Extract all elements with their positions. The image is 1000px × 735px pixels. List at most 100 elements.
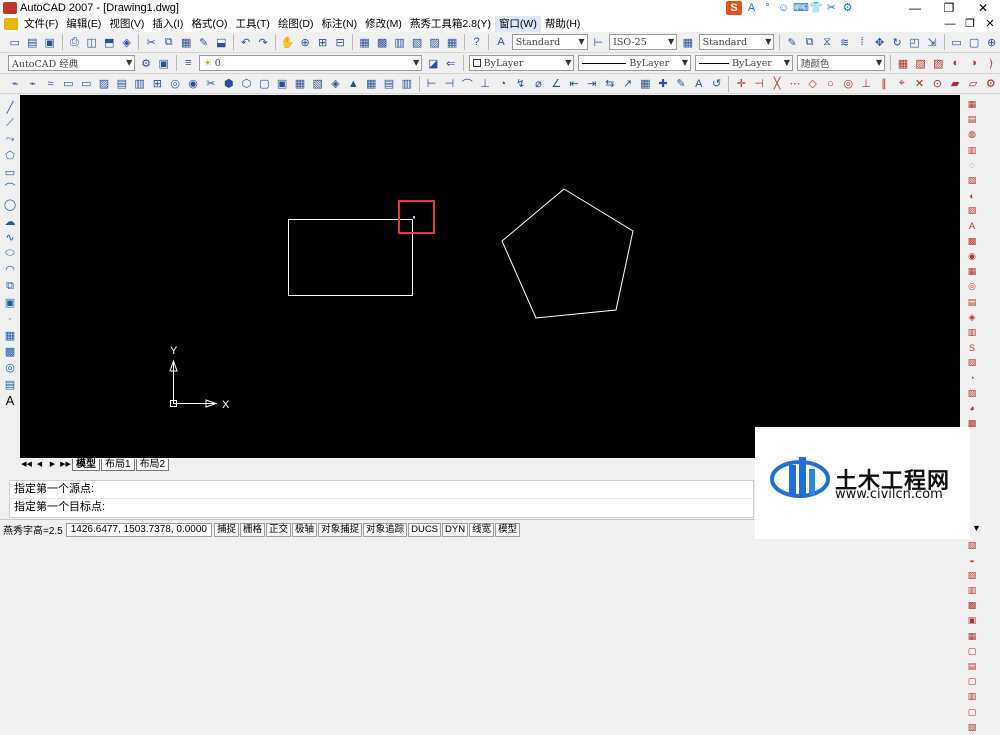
ime-settings-icon[interactable]: ⚙ (841, 2, 854, 15)
menu-tools[interactable]: 工具(T) (232, 16, 274, 32)
text-style-select[interactable]: Standard ▼ (511, 34, 588, 50)
otrack-toggle[interactable]: 对象追踪 (363, 522, 408, 537)
autocad-app-icon[interactable] (3, 2, 17, 14)
menu-draw[interactable]: 绘图(D) (274, 16, 318, 32)
snap-tool-12-icon[interactable]: ⊙ (929, 76, 945, 92)
tool-g-icon[interactable]: ▤ (114, 76, 130, 92)
print-preview-icon[interactable]: ◫ (84, 34, 100, 50)
tool-i-icon[interactable]: ⊞ (150, 76, 166, 92)
insert-block-icon[interactable]: ⧉ (2, 278, 18, 294)
tool-f-icon[interactable]: ▨ (96, 76, 112, 92)
tool-palettes-icon[interactable]: ▥ (392, 34, 408, 50)
tool-b-icon[interactable]: ⌁ (25, 76, 41, 92)
markup-icon[interactable]: ▨ (427, 34, 443, 50)
tool-j-icon[interactable]: ◎ (167, 76, 183, 92)
properties-icon[interactable]: ▦ (357, 34, 373, 50)
copy-icon[interactable]: ⧉ (161, 34, 177, 50)
snap-tool-15-icon[interactable]: ⚙ (983, 76, 999, 92)
workspace-save-icon[interactable]: ▣ (156, 55, 172, 71)
side-tool-icon[interactable]: ◔ (964, 370, 980, 385)
table-style-select[interactable]: Standard ▼ (698, 34, 775, 50)
tool-u-icon[interactable]: ▦ (363, 76, 379, 92)
match-properties-icon[interactable]: ✎ (196, 34, 212, 50)
zoom-previous-icon[interactable]: ⊟ (332, 34, 348, 50)
ime-skin-icon[interactable]: 👕 (809, 2, 823, 15)
side-tool-icon[interactable]: ▨ (964, 386, 980, 401)
side-tool-icon[interactable]: ▨ (964, 203, 980, 218)
ime-punct-icon[interactable]: ° (761, 2, 774, 15)
command-prompt-line[interactable]: 指定第一个目标点: (10, 498, 753, 515)
side-tool-icon[interactable]: ◒ (964, 553, 980, 568)
quick-leader-icon[interactable]: ↗ (620, 76, 636, 92)
tool-d-icon[interactable]: ▭ (60, 76, 76, 92)
lineweight-select[interactable]: ByLayer ▼ (695, 55, 793, 71)
doc-minimize-button[interactable]: — (940, 16, 960, 32)
side-tool-icon[interactable]: ▢ (964, 674, 980, 689)
circle-icon[interactable]: ◯ (2, 197, 18, 213)
tool-s-icon[interactable]: ◈ (328, 76, 344, 92)
side-tool-icon[interactable]: ▢ (964, 705, 980, 720)
dim-aligned-icon[interactable]: ⊣ (441, 76, 457, 92)
move-icon[interactable]: ✥ (872, 34, 888, 50)
side-tool-icon[interactable]: ▩ (964, 234, 980, 249)
new-file-icon[interactable]: ▭ (7, 34, 23, 50)
region-icon[interactable]: ◎ (2, 360, 18, 376)
side-tool-icon[interactable]: ▧ (964, 173, 980, 188)
block-editor-icon[interactable]: ⬓ (213, 34, 229, 50)
line-icon[interactable]: ╱ (2, 99, 18, 115)
close-button[interactable]: ✕ (966, 0, 1000, 16)
dim-diameter-icon[interactable]: ⌀ (531, 76, 547, 92)
dim-style-select[interactable]: ISO-25 ▼ (609, 34, 678, 50)
document-icon[interactable] (4, 18, 18, 30)
snap-tool-14-icon[interactable]: ▱ (965, 76, 981, 92)
polar-toggle[interactable]: 极轴 (292, 522, 318, 537)
side-tool-icon[interactable]: ▥ (964, 325, 980, 340)
snap-tool-2-icon[interactable]: ⊣ (751, 76, 767, 92)
yanxiu-tool-4-icon[interactable]: ◐ (948, 55, 964, 71)
side-tool-icon[interactable]: ▤ (964, 294, 980, 309)
menu-dimension[interactable]: 标注(N) (318, 16, 362, 32)
grid-toggle[interactable]: 栅格 (240, 522, 266, 537)
tool-c-icon[interactable]: ≈ (43, 76, 59, 92)
rectangle-icon[interactable]: ▭ (949, 34, 965, 50)
side-tool-icon[interactable]: ▧ (964, 720, 980, 735)
snap-tool-5-icon[interactable]: ◇ (805, 76, 821, 92)
snap-tool-7-icon[interactable]: ◎ (840, 76, 856, 92)
side-tool-icon[interactable]: ◕ (964, 401, 980, 416)
side-tool-icon[interactable]: ▤ (964, 112, 980, 127)
yanxiu-tool-2-icon[interactable]: ▧ (913, 55, 929, 71)
side-tool-icon[interactable]: ◉ (964, 249, 980, 264)
side-tool-icon[interactable]: ▥ (964, 689, 980, 704)
layer-manager-icon[interactable]: ≡ (181, 55, 197, 71)
hatch-icon[interactable]: ▦ (2, 327, 18, 343)
menu-yanxiu-toolbox[interactable]: 燕秀工具箱2.8(Y) (406, 16, 495, 32)
tab-last-icon[interactable]: ▶▶ (59, 459, 72, 471)
yanxiu-tool-3-icon[interactable]: ▨ (930, 55, 946, 71)
ime-emoji-icon[interactable]: ☺ (777, 2, 790, 15)
design-center-icon[interactable]: ▩ (374, 34, 390, 50)
side-tool-icon[interactable]: S (964, 340, 980, 355)
tool-k-icon[interactable]: ◉ (185, 76, 201, 92)
command-line-grip[interactable] (0, 478, 9, 518)
lineweight-toggle[interactable]: 线宽 (469, 522, 495, 537)
menu-window[interactable]: 窗口(W) (494, 16, 541, 32)
dim-angular-icon[interactable]: ∠ (548, 76, 564, 92)
menu-file[interactable]: 文件(F) (20, 16, 62, 32)
color-select[interactable]: ByLayer ▼ (468, 55, 575, 71)
side-tool-icon[interactable]: ◈ (964, 310, 980, 325)
layer-previous-icon[interactable]: ⇐ (443, 55, 459, 71)
tool-w-icon[interactable]: ▥ (399, 76, 415, 92)
snap-tool-8-icon[interactable]: ⊥ (858, 76, 874, 92)
linetype-select[interactable]: ByLayer ▼ (578, 55, 691, 71)
stretch-icon[interactable]: ⇲ (924, 34, 940, 50)
tab-next-icon[interactable]: ▶ (46, 459, 59, 471)
scale-icon[interactable]: ◰ (907, 34, 923, 50)
tool-l-icon[interactable]: ✂ (203, 76, 219, 92)
undo-icon[interactable]: ↶ (238, 34, 254, 50)
drawn-rectangle[interactable] (288, 219, 413, 296)
side-tool-icon[interactable]: ▩ (964, 598, 980, 613)
scroll-down-icon[interactable]: ▼ (972, 523, 981, 533)
doc-close-button[interactable]: ✕ (980, 16, 1000, 32)
model-toggle[interactable]: 模型 (495, 522, 521, 537)
rotate-icon[interactable]: ↻ (889, 34, 905, 50)
